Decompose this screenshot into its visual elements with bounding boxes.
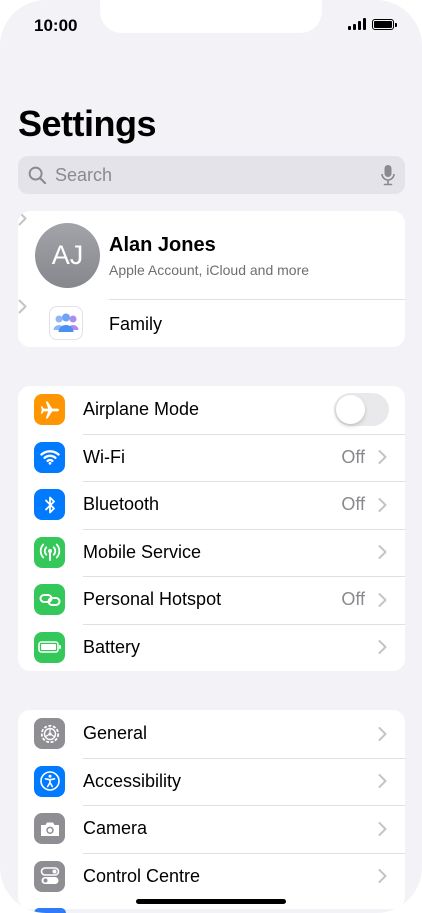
chevron-right-icon	[18, 299, 27, 314]
row-label: Personal Hotspot	[83, 589, 222, 610]
row-battery[interactable]: Battery	[18, 623, 405, 672]
chevron-right-icon	[378, 869, 387, 884]
page-title: Settings	[18, 103, 157, 144]
next-row-icon-peek	[34, 908, 66, 913]
row-control-centre[interactable]: Control Centre	[18, 852, 405, 901]
row-label: Camera	[83, 818, 148, 839]
row-mobile-service[interactable]: Mobile Service	[18, 528, 405, 577]
gear-icon	[34, 718, 65, 750]
row-personal-hotspot[interactable]: Personal Hotspot Off	[18, 576, 405, 624]
chevron-right-icon	[378, 497, 387, 512]
chevron-right-icon	[378, 545, 387, 560]
connectivity-group: Airplane Mode Wi-Fi Off Bluetooth Off Mo…	[18, 386, 405, 671]
row-value: Off	[341, 589, 365, 610]
airplane-icon	[34, 394, 65, 426]
search-bar[interactable]	[18, 156, 405, 194]
row-wifi[interactable]: Wi-Fi Off	[18, 433, 405, 482]
chevron-right-icon	[378, 450, 387, 465]
row-label: Battery	[83, 636, 141, 657]
chevron-right-icon	[18, 211, 27, 226]
status-icons	[348, 18, 397, 30]
chevron-right-icon	[378, 592, 387, 607]
signal-icon	[348, 18, 366, 30]
antenna-icon	[34, 536, 65, 568]
row-airplane-mode[interactable]: Airplane Mode	[18, 386, 405, 434]
profile-name: Alan Jones	[109, 234, 216, 256]
avatar: AJ	[35, 223, 100, 288]
search-input[interactable]	[53, 163, 381, 187]
row-label: General	[83, 723, 148, 744]
profile-subtitle: Apple Account, iCloud and more	[109, 262, 310, 278]
row-accessibility[interactable]: Accessibility	[18, 757, 405, 806]
battery-icon	[34, 631, 65, 663]
row-camera[interactable]: Camera	[18, 805, 405, 853]
row-label: Wi-Fi	[83, 446, 125, 467]
chevron-right-icon	[378, 640, 387, 655]
wifi-icon	[34, 441, 65, 473]
airplane-mode-toggle[interactable]	[334, 393, 389, 427]
search-icon	[28, 166, 47, 184]
toggles-icon	[34, 860, 65, 892]
row-value: Off	[341, 446, 365, 467]
row-label: Mobile Service	[83, 541, 202, 562]
status-time: 10:00	[34, 16, 78, 35]
accessibility-icon	[34, 765, 65, 797]
phone-screen: 10:00 Settings AJ Alan Jones Apple Accou…	[0, 0, 422, 913]
camera-icon	[34, 813, 65, 845]
row-label: Airplane Mode	[83, 399, 200, 420]
system-group: General Accessibility Camera Control Cen…	[18, 710, 405, 909]
link-icon	[34, 584, 65, 616]
row-label: Bluetooth	[83, 494, 160, 515]
microphone-icon[interactable]	[381, 164, 395, 186]
chevron-right-icon	[378, 774, 387, 789]
family-icon	[49, 306, 83, 340]
family-label: Family	[109, 314, 162, 334]
row-bluetooth[interactable]: Bluetooth Off	[18, 481, 405, 529]
row-label: Control Centre	[83, 865, 201, 886]
battery-status-icon	[372, 18, 397, 30]
chevron-right-icon	[378, 821, 387, 836]
home-indicator[interactable]	[136, 899, 286, 904]
row-value: Off	[341, 494, 365, 515]
bluetooth-icon	[34, 489, 65, 521]
row-label: Accessibility	[83, 770, 182, 791]
chevron-right-icon	[378, 726, 387, 741]
notch	[100, 0, 322, 33]
row-general[interactable]: General	[18, 710, 405, 758]
profile-group: AJ Alan Jones Apple Account, iCloud and …	[18, 211, 405, 347]
family-row[interactable]: Family	[18, 299, 405, 347]
profile-row[interactable]: AJ Alan Jones Apple Account, iCloud and …	[18, 211, 405, 299]
